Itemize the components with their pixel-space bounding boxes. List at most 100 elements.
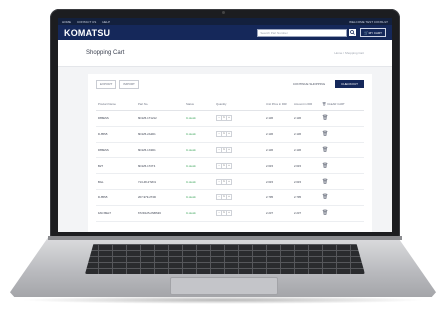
- my-cart-button[interactable]: 🛒 MY CART: [360, 28, 386, 37]
- delete-row-button[interactable]: 🗑: [320, 142, 364, 159]
- trash-icon: 🗑: [322, 178, 329, 185]
- delete-row-button[interactable]: 🗑: [320, 126, 364, 143]
- increase-quantity-button[interactable]: +: [226, 131, 232, 138]
- topbar-link-contact[interactable]: CONTACT US: [77, 20, 96, 24]
- delete-row-button[interactable]: 🗑: [320, 110, 364, 127]
- part-number: 6T2D125-2NBS93: [136, 205, 184, 222]
- status-badge: In stock: [184, 189, 214, 206]
- my-cart-label: MY CART: [368, 30, 382, 35]
- amount: 2.615: [292, 173, 320, 190]
- quantity-stepper: −1 +: [214, 189, 264, 206]
- part-number: 6D125-1T1212: [136, 110, 184, 127]
- trash-icon: 🗑: [322, 131, 329, 138]
- col-product-name: Product Name: [96, 98, 136, 111]
- topbar-link-help[interactable]: HELP: [102, 20, 110, 24]
- table-row: B2T 6D125-1T2T4 In stock −1 +2.615 2.615 🗑: [96, 157, 364, 175]
- table-row: D85ESS 6D125-1T1212 In stock −1 +2.136 2.136 🗑: [96, 110, 364, 127]
- col-unit-price: Unit Price in IDR: [264, 98, 292, 111]
- topbar-link-home[interactable]: HOME: [62, 20, 71, 24]
- import-button[interactable]: IMPORT: [119, 79, 139, 89]
- product-name[interactable]: BGL: [96, 173, 136, 190]
- cart-actions: EXPORT IMPORT CONTINUE SHOPPING CHECKOUT: [88, 74, 372, 89]
- part-number: 6D125-1T2T4: [136, 157, 184, 175]
- col-status: Status: [184, 98, 214, 111]
- increase-quantity-button[interactable]: +: [226, 115, 232, 122]
- amount: 2.136: [292, 110, 320, 127]
- delete-row-button[interactable]: 🗑: [320, 173, 364, 190]
- laptop-hinge: [48, 236, 402, 240]
- increase-quantity-button[interactable]: +: [226, 178, 232, 185]
- product-name[interactable]: FAN BELT: [96, 205, 136, 222]
- product-name[interactable]: D85ESS: [96, 110, 136, 127]
- part-number: 6D125-2A2D1: [136, 126, 184, 143]
- status-badge: In stock: [184, 110, 214, 127]
- product-name[interactable]: D85ESS: [96, 142, 136, 159]
- quantity-stepper: −1 +: [214, 205, 264, 222]
- search-button[interactable]: [349, 29, 357, 36]
- page-title-bar: Shopping Cart Home / Shopping Cart: [58, 40, 392, 67]
- laptop-shadow: [20, 296, 426, 304]
- clear-cart-label: CLEAR CART: [327, 101, 345, 106]
- part-number: 6D125-1X2D1: [136, 142, 184, 159]
- increase-quantity-button[interactable]: +: [226, 162, 232, 169]
- unit-price: 2.615: [264, 157, 292, 175]
- amount: 2.136: [292, 142, 320, 159]
- search-icon: [350, 30, 356, 35]
- col-amount: Amount in IDR: [292, 98, 320, 111]
- table-row: D85ESS 6D125-1X2D1 In stock −1 +2.136 2.136 🗑: [96, 142, 364, 159]
- status-badge: In stock: [184, 205, 214, 222]
- trash-icon: 🗑: [322, 146, 329, 153]
- trash-icon: 🗑: [322, 162, 329, 169]
- increase-quantity-button[interactable]: +: [226, 146, 232, 153]
- laptop-screen: HOME CONTACT US HELP WELCOME TEST CONSUL…: [58, 18, 392, 232]
- quantity-stepper: −1 +: [214, 142, 264, 159]
- delete-row-button[interactable]: 🗑: [320, 205, 364, 222]
- unit-price: 2.136: [264, 142, 292, 159]
- cart-table: Product Name Part No. Status Quantity Un…: [96, 98, 364, 222]
- table-row: FAN BELT 6T2D125-2NBS93 In stock −1 +2.237 2.…: [96, 205, 364, 222]
- table-header-row: Product Name Part No. Status Quantity Un…: [96, 98, 364, 111]
- unit-price: 2.795: [264, 189, 292, 206]
- clear-cart-button[interactable]: 🗑 CLEAR CART: [320, 98, 364, 111]
- col-quantity: Quantity: [214, 98, 264, 111]
- welcome-user-link[interactable]: WELCOME TEST CONSULT: [349, 20, 388, 24]
- cart-panel: EXPORT IMPORT CONTINUE SHOPPING CHECKOUT…: [88, 74, 372, 232]
- laptop-trackpad: [170, 277, 278, 295]
- unit-price: 2.237: [264, 205, 292, 222]
- product-name[interactable]: B2T: [96, 157, 136, 175]
- trash-icon: 🗑: [322, 210, 329, 217]
- delete-row-button[interactable]: 🗑: [320, 157, 364, 175]
- camera-icon: [222, 11, 225, 14]
- status-badge: In stock: [184, 173, 214, 190]
- part-number: 713-48-2T2D1: [136, 173, 184, 190]
- laptop-keyboard: [85, 244, 365, 274]
- increase-quantity-button[interactable]: +: [226, 194, 232, 201]
- checkout-button[interactable]: CHECKOUT: [335, 80, 364, 88]
- utility-bar: HOME CONTACT US HELP WELCOME TEST CONSUL…: [58, 18, 392, 25]
- increase-quantity-button[interactable]: +: [226, 210, 232, 217]
- unit-price: 2.615: [264, 173, 292, 190]
- komatsu-logo[interactable]: KOMATSU: [64, 28, 110, 38]
- export-button[interactable]: EXPORT: [96, 79, 117, 89]
- quantity-stepper: −1 +: [214, 126, 264, 143]
- product-name[interactable]: D-85S5: [96, 189, 136, 206]
- part-number: 207-979-2T2D: [136, 189, 184, 206]
- col-part-no: Part No.: [136, 98, 184, 111]
- search-input[interactable]: Search Part Number: [257, 28, 348, 37]
- continue-shopping-link[interactable]: CONTINUE SHOPPING: [293, 82, 325, 86]
- unit-price: 2.136: [264, 126, 292, 143]
- trash-icon: 🗑: [322, 194, 329, 201]
- product-name[interactable]: D-85S5: [96, 126, 136, 143]
- trash-icon: 🗑: [322, 115, 329, 122]
- table-row: D-85S5 207-979-2T2D In stock −1 +2.795 2.795 🗑: [96, 189, 364, 206]
- status-badge: In stock: [184, 142, 214, 159]
- import-label: IMPORT: [123, 82, 135, 86]
- table-row: BGL 713-48-2T2D1 In stock −1 +2.615 2.615 🗑: [96, 173, 364, 190]
- quantity-stepper: −1 +: [214, 157, 264, 175]
- export-label: EXPORT: [100, 82, 113, 86]
- trash-icon: 🗑: [322, 101, 327, 106]
- status-badge: In stock: [184, 126, 214, 143]
- amount: 2.795: [292, 189, 320, 206]
- breadcrumb[interactable]: Home / Shopping Cart: [334, 51, 364, 55]
- delete-row-button[interactable]: 🗑: [320, 189, 364, 206]
